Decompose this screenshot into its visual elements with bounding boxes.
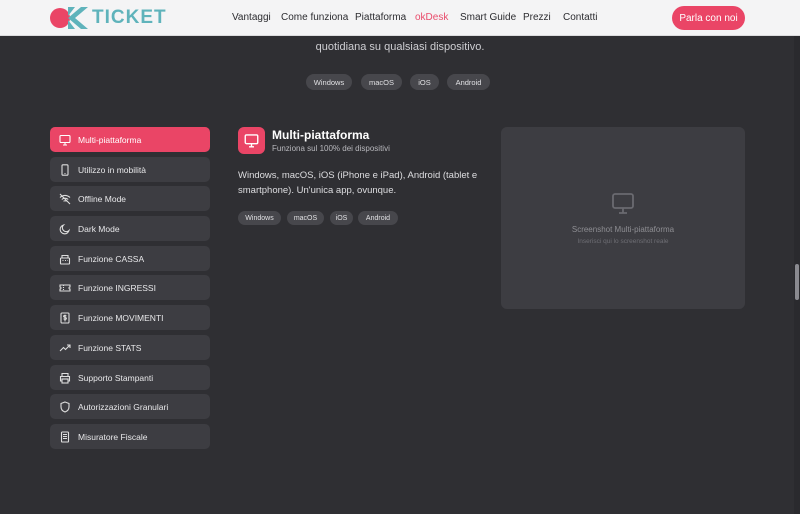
nav-vantaggi[interactable]: Vantaggi: [232, 12, 271, 23]
platform-chip-windows: Windows: [306, 74, 352, 90]
cash-register-icon: [59, 253, 71, 265]
nav-smart-guide[interactable]: Smart Guide: [460, 12, 516, 23]
feature-chip-macos: macOS: [287, 211, 324, 225]
nav-okdesk[interactable]: okDesk: [415, 12, 448, 23]
placeholder-monitor-icon: [612, 193, 634, 214]
top-navbar: TICKET Vantaggi Come funziona Piattaform…: [0, 0, 800, 36]
sidebar-item-label: Offline Mode: [78, 193, 127, 204]
nav-prezzi[interactable]: Prezzi: [523, 12, 551, 23]
logo-mark-icon: [50, 7, 88, 29]
nav-piattaforma[interactable]: Piattaforma: [355, 12, 406, 23]
sidebar-item-label: Dark Mode: [78, 223, 120, 234]
smartphone-icon: [59, 163, 71, 176]
printer-icon: [59, 372, 71, 384]
shield-icon: [59, 400, 71, 413]
logo-text: TICKET: [92, 7, 167, 28]
sidebar-item-label: Funzione INGRESSI: [78, 282, 156, 293]
feature-description: Windows, macOS, iOS (iPhone e iPad), And…: [238, 170, 478, 196]
sidebar-item-dark-mode[interactable]: Dark Mode: [50, 216, 210, 241]
sidebar-item-mobilita[interactable]: Utilizzo in mobilità: [50, 157, 210, 182]
feature-chip-android: Android: [358, 211, 398, 225]
sidebar-item-label: Funzione CASSA: [78, 253, 145, 264]
intro-text: quotidiana su qualsiasi dispositivo.: [315, 41, 485, 53]
sidebar-item-funzione-ingressi[interactable]: Funzione INGRESSI: [50, 275, 210, 300]
platform-chip-android: Android: [447, 74, 490, 90]
sidebar-item-label: Funzione STATS: [78, 342, 142, 353]
sidebar-item-label: Utilizzo in mobilità: [78, 164, 147, 175]
sidebar-item-offline-mode[interactable]: Offline Mode: [50, 186, 210, 211]
feature-chip-ios: iOS: [330, 211, 353, 225]
nav-contatti[interactable]: Contatti: [563, 12, 597, 23]
moon-icon: [59, 223, 71, 235]
wifi-off-icon: [59, 193, 71, 205]
sidebar-item-autorizzazioni[interactable]: Autorizzazioni Granulari: [50, 394, 210, 419]
trending-up-icon: [59, 342, 71, 354]
platform-chip-macos: macOS: [361, 74, 402, 90]
screenshot-subtitle: Inserisci qui lo screenshot reale: [577, 238, 669, 245]
logo[interactable]: TICKET: [50, 7, 167, 29]
feature-monitor-icon: [238, 127, 265, 154]
dollar-icon: [59, 311, 71, 324]
sidebar-item-funzione-cassa[interactable]: Funzione CASSA: [50, 246, 210, 271]
monitor-icon: [59, 134, 71, 146]
feature-subtitle: Funziona sul 100% dei dispositivi: [272, 144, 390, 153]
sidebar-item-label: Autorizzazioni Granulari: [78, 401, 169, 412]
ticket-icon: [59, 282, 71, 294]
sidebar-item-label: Multi-piattaforma: [78, 134, 142, 145]
feature-title: Multi-piattaforma: [272, 128, 370, 142]
sidebar-item-funzione-movimenti[interactable]: Funzione MOVIMENTI: [50, 305, 210, 330]
sidebar-item-multi-piattaforma[interactable]: Multi-piattaforma: [50, 127, 210, 152]
sidebar-item-funzione-stats[interactable]: Funzione STATS: [50, 335, 210, 360]
sidebar-item-label: Misuratore Fiscale: [78, 431, 148, 442]
screenshot-title: Screenshot Multi-piattaforma: [571, 225, 675, 234]
scrollbar-thumb[interactable]: [795, 264, 799, 300]
sidebar-item-label: Supporto Stampanti: [78, 372, 154, 383]
feature-chip-windows: Windows: [238, 211, 281, 225]
page-scrollbar[interactable]: [794, 36, 800, 514]
receipt-icon: [59, 430, 71, 443]
contact-cta-button[interactable]: Parla con noi: [672, 6, 745, 30]
sidebar-item-supporto-stampanti[interactable]: Supporto Stampanti: [50, 365, 210, 390]
platform-chip-ios: iOS: [410, 74, 439, 90]
screenshot-placeholder: Screenshot Multi-piattaforma Inserisci q…: [501, 127, 745, 309]
sidebar-item-misuratore-fiscale[interactable]: Misuratore Fiscale: [50, 424, 210, 449]
sidebar-item-label: Funzione MOVIMENTI: [78, 312, 164, 323]
nav-come-funziona[interactable]: Come funziona: [281, 12, 348, 23]
